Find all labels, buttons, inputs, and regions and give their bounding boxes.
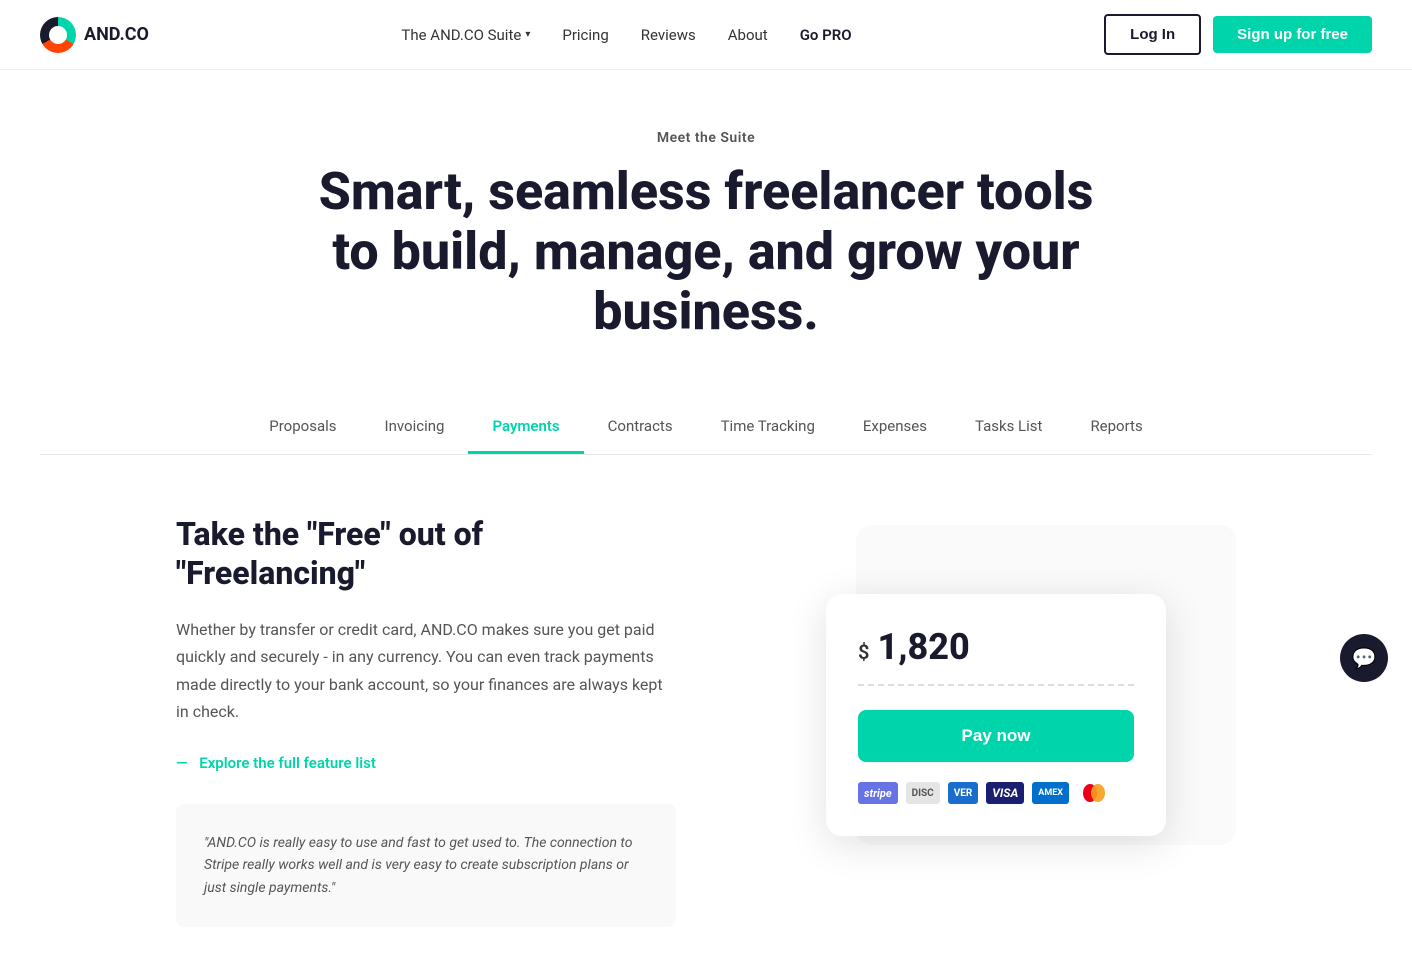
nav-reviews[interactable]: Reviews [641,26,696,44]
content-section: Take the "Free" out of "Freelancing" Whe… [56,455,1356,967]
explore-link[interactable]: — Explore the full feature list [176,754,376,772]
chat-icon: 💬 [1352,646,1377,670]
amex-logo: AMEX [1032,782,1069,804]
tab-payments[interactable]: Payments [468,401,583,454]
hero-eyebrow: Meet the Suite [40,130,1372,146]
logo[interactable]: AND.CO [40,17,149,53]
pay-now-button[interactable]: Pay now [858,710,1134,762]
tab-time-tracking[interactable]: Time Tracking [697,401,839,454]
mc-circle-right [1091,784,1105,802]
hero-title: Smart, seamless freelancer tools to buil… [306,162,1106,341]
tab-contracts[interactable]: Contracts [584,401,697,454]
testimonial: "AND.CO is really easy to use and fast t… [176,804,676,927]
stripe-logo: stripe [858,782,898,804]
visa-logo: VISA [986,782,1024,804]
tab-invoicing[interactable]: Invoicing [361,401,469,454]
nav-about[interactable]: About [728,26,768,44]
nav-actions: Log In Sign up for free [1104,14,1372,55]
content-right: $ 1,820 Pay now stripe DISC VER VISA AME… [736,515,1236,875]
nav-pricing[interactable]: Pricing [562,26,608,44]
mastercard-logo [1077,782,1111,804]
navbar: AND.CO The AND.CO Suite ▾ Pricing Review… [0,0,1412,70]
logo-inner [49,26,67,44]
payment-currency: $ [858,640,869,664]
nav-suite[interactable]: The AND.CO Suite ▾ [401,26,530,44]
payment-card: $ 1,820 Pay now stripe DISC VER VISA AME… [826,594,1166,836]
logo-text: AND.CO [84,24,149,45]
verified-logo: VER [948,782,979,804]
content-title: Take the "Free" out of "Freelancing" [176,515,676,592]
login-button[interactable]: Log In [1104,14,1201,55]
content-body: Whether by transfer or credit card, AND.… [176,616,676,725]
chat-button[interactable]: 💬 [1340,634,1388,682]
explore-dash: — [176,754,188,772]
nav-gopro[interactable]: Go PRO [800,26,852,44]
explore-label: Explore the full feature list [199,754,376,772]
tab-reports[interactable]: Reports [1066,401,1166,454]
payment-amount: $ 1,820 [858,626,1134,668]
tab-tasks-list[interactable]: Tasks List [951,401,1066,454]
discover-logo: DISC [906,782,940,804]
payment-divider [858,684,1134,686]
chevron-down-icon: ▾ [525,29,530,40]
signup-button[interactable]: Sign up for free [1213,16,1372,53]
content-left: Take the "Free" out of "Freelancing" Whe… [176,515,676,927]
tab-expenses[interactable]: Expenses [839,401,951,454]
payment-logos: stripe DISC VER VISA AMEX [858,782,1134,804]
logo-icon [40,17,76,53]
tab-proposals[interactable]: Proposals [245,401,360,454]
feature-tabs: Proposals Invoicing Payments Contracts T… [40,401,1372,455]
testimonial-text: "AND.CO is really easy to use and fast t… [204,832,648,899]
nav-links: The AND.CO Suite ▾ Pricing Reviews About… [401,26,851,44]
payment-value: 1,820 [877,626,969,668]
hero-section: Meet the Suite Smart, seamless freelance… [0,70,1412,401]
